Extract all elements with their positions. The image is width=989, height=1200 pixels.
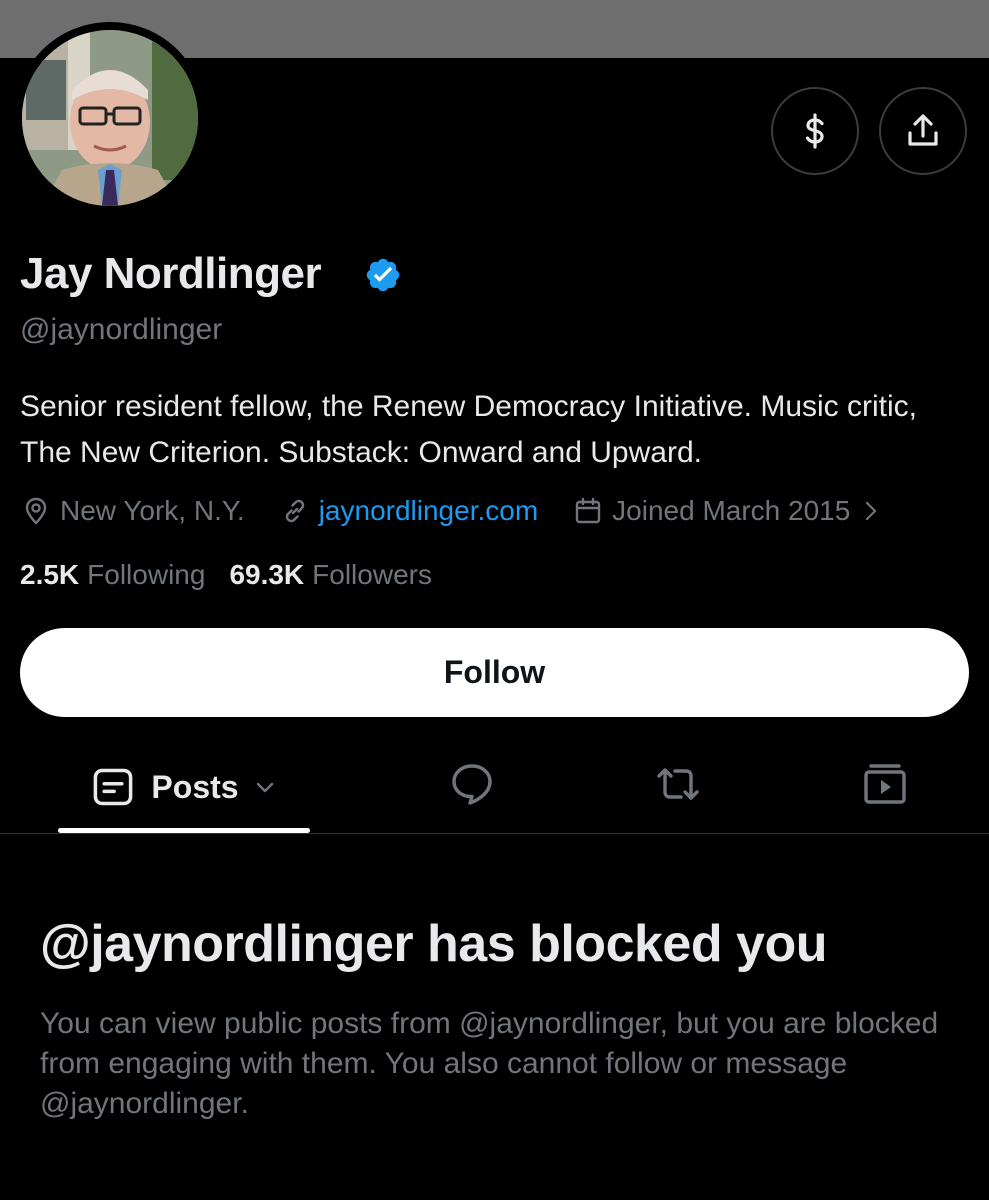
display-name: Jay Nordlinger: [20, 249, 322, 298]
joined-date[interactable]: Joined March 2015: [572, 495, 884, 527]
followers-label: Followers: [312, 559, 432, 590]
profile-tabs: Posts: [0, 740, 989, 834]
follow-button[interactable]: Follow: [20, 628, 969, 717]
tab-posts[interactable]: Posts: [58, 740, 310, 834]
profile-handle: @jaynordlinger: [20, 313, 223, 346]
share-upload-icon: [908, 114, 938, 146]
verified-badge-icon[interactable]: [364, 256, 402, 294]
following-label: Following: [87, 559, 206, 590]
website[interactable]: jaynordlinger.com: [279, 495, 538, 527]
link-icon: [285, 499, 304, 523]
replies-icon: [452, 764, 492, 805]
follow-stats: 2.5K Following 69.3K Followers: [20, 556, 432, 594]
chevron-down-icon: [256, 782, 273, 793]
followers-stat[interactable]: 69.3K Followers: [229, 559, 432, 591]
tab-replies[interactable]: [427, 740, 517, 828]
blocked-description: You can view public posts from @jaynordl…: [40, 1007, 939, 1120]
chevron-right-icon: [866, 501, 877, 521]
avatar-photo: [22, 30, 198, 206]
following-count: 2.5K: [20, 559, 80, 590]
joined-text: Joined March 2015: [612, 495, 851, 526]
blocked-title: @jaynordlinger has blocked you: [40, 915, 828, 973]
avatar[interactable]: [22, 30, 198, 206]
tab-posts-label: Posts: [151, 768, 239, 805]
location-pin-icon: [25, 497, 47, 525]
media-icon: [864, 764, 906, 804]
tab-media[interactable]: [840, 740, 930, 828]
calendar-icon: [575, 497, 601, 524]
posts-icon: [94, 768, 133, 806]
followers-count: 69.3K: [229, 559, 305, 590]
location-text: New York, N.Y.: [60, 495, 245, 526]
dollar-sign-icon: [805, 113, 824, 149]
active-tab-indicator: [58, 828, 310, 833]
reposts-icon: [657, 768, 699, 800]
profile-meta: New York, N.Y. jaynordlinger.com Joined …: [20, 490, 884, 532]
tab-reposts[interactable]: [633, 740, 723, 828]
following-stat[interactable]: 2.5K Following: [20, 559, 205, 591]
profile-bio: Senior resident fellow, the Renew Democr…: [20, 390, 918, 469]
location: New York, N.Y.: [20, 495, 245, 527]
website-link[interactable]: jaynordlinger.com: [319, 495, 538, 527]
share-button[interactable]: [879, 87, 967, 175]
tip-button[interactable]: [771, 87, 859, 175]
